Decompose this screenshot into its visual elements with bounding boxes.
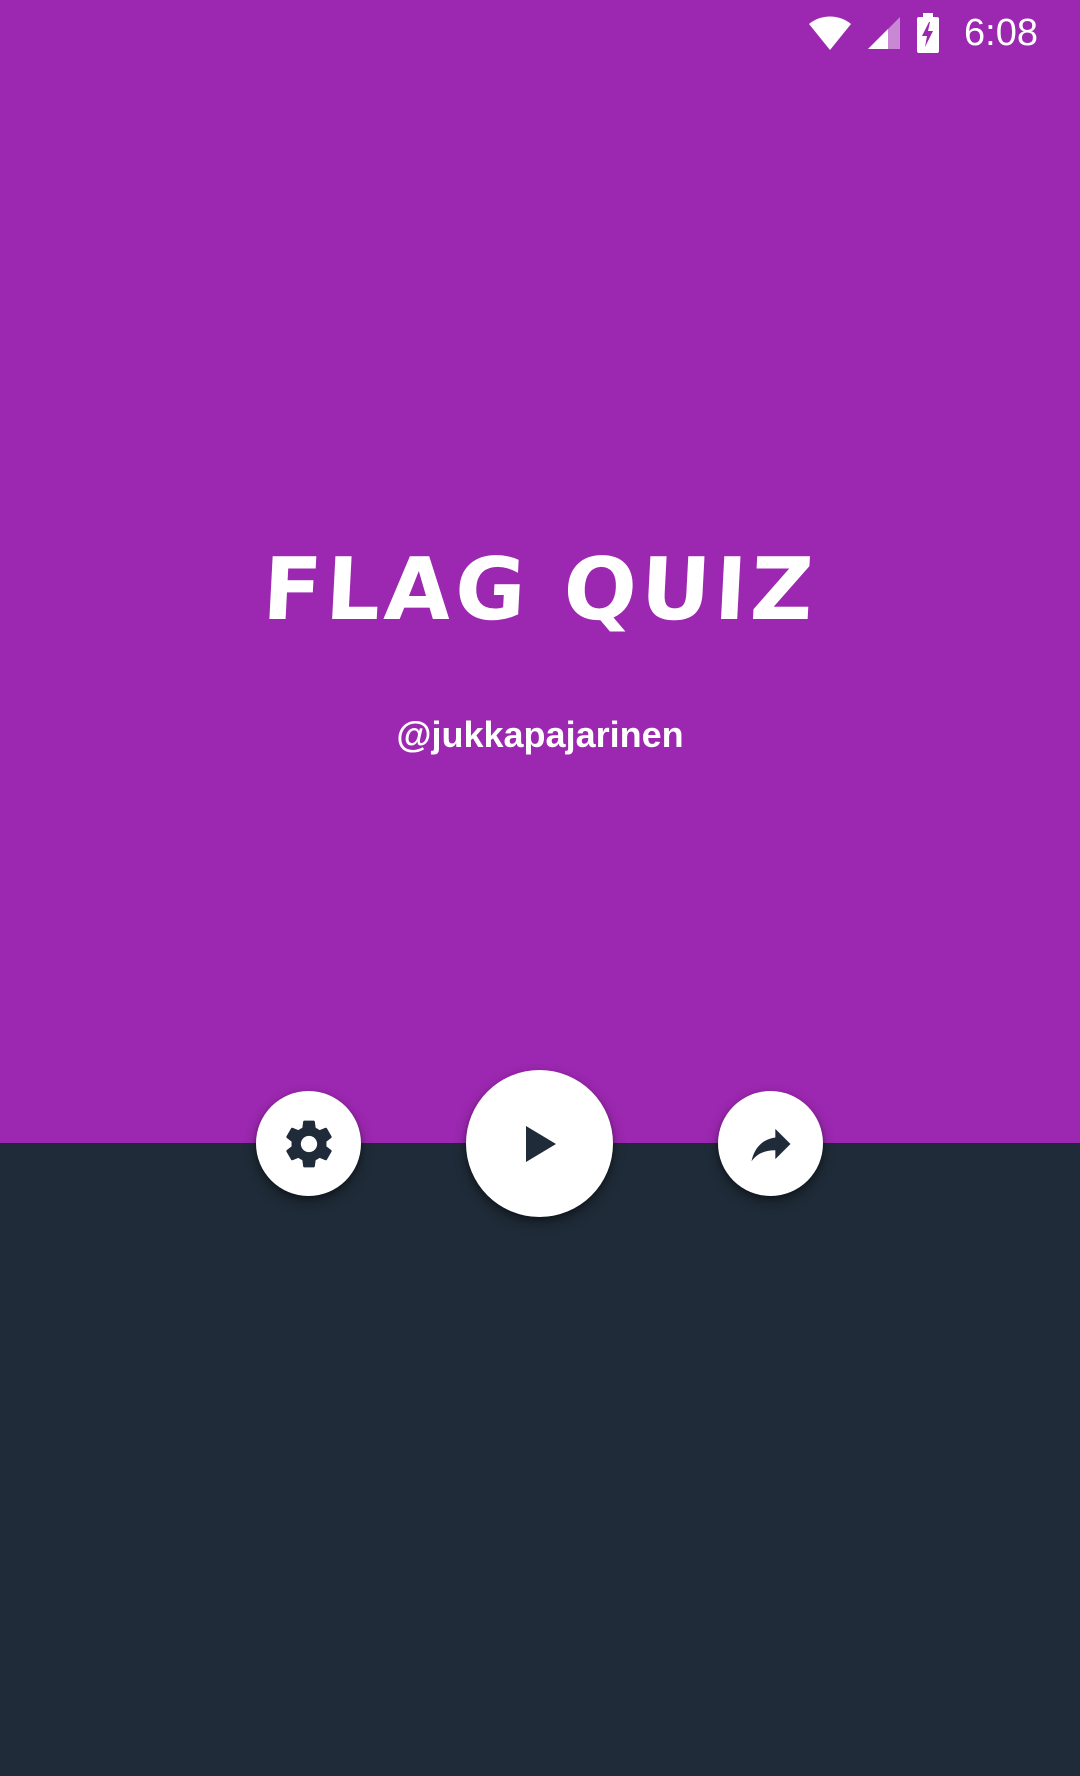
share-icon — [751, 1128, 790, 1161]
play-icon — [525, 1125, 556, 1162]
play-button[interactable] — [466, 1070, 613, 1217]
main-screen: 6:08 FLAG QUIZ @jukkapajarinen — [0, 0, 1080, 1776]
battery-charging-icon — [917, 13, 940, 53]
status-time: 6:08 — [964, 12, 1038, 54]
gear-icon — [285, 1120, 332, 1167]
share-button[interactable] — [718, 1091, 823, 1196]
status-bar: 6:08 — [0, 0, 1080, 66]
cellular-signal-icon — [868, 17, 901, 49]
app-title: FLAG QUIZ — [260, 540, 820, 640]
settings-button[interactable] — [256, 1091, 361, 1196]
header-panel: 6:08 FLAG QUIZ @jukkapajarinen — [0, 0, 1080, 1143]
wifi-icon — [809, 16, 852, 51]
app-author: @jukkapajarinen — [396, 714, 684, 755]
status-icons: 6:08 — [808, 8, 1038, 58]
